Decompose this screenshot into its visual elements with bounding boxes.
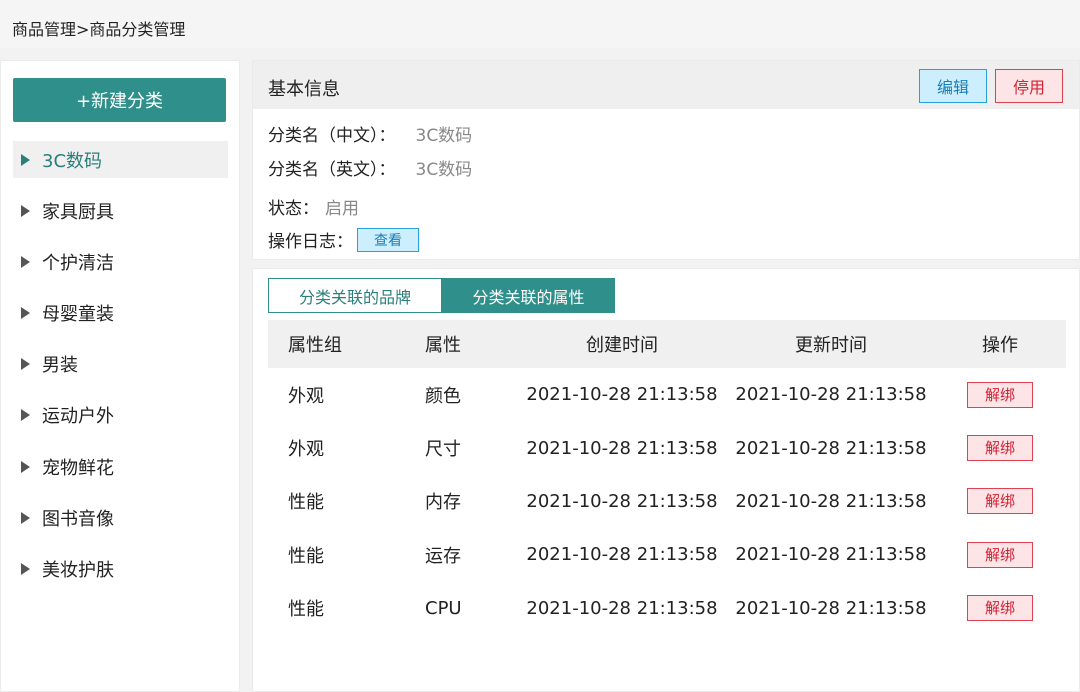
cell-group: 外观 <box>288 439 324 461</box>
table-row: 性能 内存 2021-10-28 21:13:58 2021-10-28 21:… <box>268 475 1066 528</box>
unbind-button[interactable]: 解绑 <box>967 488 1033 515</box>
cell-attr: 运存 <box>425 545 461 567</box>
cell-action: 解绑 <box>934 421 1066 474</box>
cell-updated: 2021-10-28 21:13:58 <box>735 597 927 619</box>
sidebar-item-label: 家具厨具 <box>42 201 114 223</box>
name-en-value: 3C数码 <box>415 160 473 180</box>
name-en-row: 分类名（英文）： 3C数码 <box>268 155 472 180</box>
column-header-created: 创建时间 <box>516 320 728 368</box>
sidebar-item-beauty[interactable]: 美妆护肤 <box>13 551 228 588</box>
expand-triangle-icon <box>21 358 30 371</box>
cell-action: 解绑 <box>934 582 1066 635</box>
cell-action: 解绑 <box>934 368 1066 421</box>
column-header-attr: 属性 <box>406 320 516 368</box>
sidebar-item-menswear[interactable]: 男装 <box>13 346 228 383</box>
sidebar-item-label: 图书音像 <box>42 508 114 530</box>
cell-group: 外观 <box>288 385 324 407</box>
cell-attr: 尺寸 <box>425 439 461 461</box>
sidebar-item-3c[interactable]: 3C数码 <box>13 141 228 178</box>
expand-triangle-icon <box>21 409 30 422</box>
sidebar-item-label: 运动户外 <box>42 406 114 428</box>
log-row: 操作日志： 查看 <box>268 227 419 252</box>
unbind-button[interactable]: 解绑 <box>967 595 1033 622</box>
breadcrumb: 商品管理>商品分类管理 <box>12 20 186 39</box>
name-en-label: 分类名（英文）： <box>268 160 396 180</box>
tab-related-attributes[interactable]: 分类关联的属性 <box>442 278 615 313</box>
cell-action: 解绑 <box>934 475 1066 528</box>
sidebar-item-label: 美妆护肤 <box>42 560 114 581</box>
name-cn-label: 分类名（中文）： <box>268 126 396 146</box>
sidebar-item-label: 男装 <box>42 355 78 377</box>
tab-related-brands[interactable]: 分类关联的品牌 <box>268 278 442 313</box>
cell-created: 2021-10-28 21:13:58 <box>526 437 718 459</box>
column-header-action: 操作 <box>934 320 1066 368</box>
basic-info-panel: 基本信息 编辑 停用 分类名（中文）： 3C数码 分类名（英文）： 3C数码 状… <box>252 60 1080 260</box>
cell-updated: 2021-10-28 21:13:58 <box>735 437 927 459</box>
unbind-button[interactable]: 解绑 <box>967 381 1033 408</box>
relation-panel: 分类关联的品牌 分类关联的属性 属性组 属性 创建时间 更新时间 操作 外观 颜… <box>252 268 1080 692</box>
attribute-table: 属性组 属性 创建时间 更新时间 操作 外观 颜色 2021-10-28 21:… <box>268 320 1066 635</box>
table-row: 性能 运存 2021-10-28 21:13:58 2021-10-28 21:… <box>268 528 1066 581</box>
cell-created: 2021-10-28 21:13:58 <box>526 544 718 566</box>
sidebar-item-label: 宠物鲜花 <box>42 457 114 479</box>
disable-button[interactable]: 停用 <box>995 69 1063 103</box>
expand-triangle-icon <box>21 307 30 320</box>
sidebar-item-sports[interactable]: 运动户外 <box>13 397 228 434</box>
table-header-row: 属性组 属性 创建时间 更新时间 操作 <box>268 320 1066 368</box>
sidebar-item-label: 母婴童装 <box>42 304 114 326</box>
cell-updated: 2021-10-28 21:13:58 <box>735 384 927 406</box>
view-log-button[interactable]: 查看 <box>357 227 419 252</box>
cell-action: 解绑 <box>934 528 1066 581</box>
sidebar-item-books-media[interactable]: 图书音像 <box>13 499 228 536</box>
cell-created: 2021-10-28 21:13:58 <box>526 384 718 406</box>
basic-info-header: 基本信息 编辑 停用 <box>253 61 1079 109</box>
cell-attr: 内存 <box>425 492 461 514</box>
expand-triangle-icon <box>21 153 30 166</box>
status-value: 启用 <box>325 199 359 219</box>
sidebar-item-label: 3C数码 <box>42 150 103 172</box>
expand-triangle-icon <box>21 460 30 473</box>
cell-created: 2021-10-28 21:13:58 <box>526 597 718 619</box>
category-list: 3C数码 家具厨具 个护清洁 母婴童装 男装 运动户外 宠物鲜花 图书音像 美妆… <box>13 141 228 602</box>
expand-triangle-icon <box>21 204 30 217</box>
cell-group: 性能 <box>288 599 324 621</box>
expand-triangle-icon <box>21 511 30 524</box>
cell-attr: 颜色 <box>425 385 461 407</box>
cell-group: 性能 <box>288 492 324 514</box>
unbind-button[interactable]: 解绑 <box>967 541 1033 568</box>
cell-updated: 2021-10-28 21:13:58 <box>735 490 927 512</box>
top-bar: 商品管理>商品分类管理 <box>0 0 1080 48</box>
new-category-button[interactable]: +新建分类 <box>13 78 226 122</box>
table-row: 外观 尺寸 2021-10-28 21:13:58 2021-10-28 21:… <box>268 421 1066 474</box>
status-label: 状态： <box>268 199 319 219</box>
cell-attr: CPU <box>425 597 462 619</box>
sidebar-item-label: 个护清洁 <box>42 252 114 274</box>
name-cn-row: 分类名（中文）： 3C数码 <box>268 121 472 146</box>
cell-updated: 2021-10-28 21:13:58 <box>735 544 927 566</box>
status-row: 状态： 启用 <box>268 194 359 219</box>
category-sidebar: +新建分类 3C数码 家具厨具 个护清洁 母婴童装 男装 运动户外 宠物鲜花 图… <box>0 60 240 692</box>
expand-triangle-icon <box>21 255 30 268</box>
sidebar-item-furniture[interactable]: 家具厨具 <box>13 192 228 229</box>
log-label: 操作日志： <box>268 232 353 252</box>
column-header-updated: 更新时间 <box>728 320 934 368</box>
basic-info-title: 基本信息 <box>268 79 340 100</box>
sidebar-item-pets-flowers[interactable]: 宠物鲜花 <box>13 448 228 485</box>
sidebar-item-baby[interactable]: 母婴童装 <box>13 295 228 332</box>
table-row: 外观 颜色 2021-10-28 21:13:58 2021-10-28 21:… <box>268 368 1066 421</box>
unbind-button[interactable]: 解绑 <box>967 435 1033 462</box>
column-header-group: 属性组 <box>268 320 406 368</box>
edit-button[interactable]: 编辑 <box>919 69 987 103</box>
cell-created: 2021-10-28 21:13:58 <box>526 490 718 512</box>
expand-triangle-icon <box>21 563 30 575</box>
cell-group: 性能 <box>288 545 324 567</box>
table-row: 性能 CPU 2021-10-28 21:13:58 2021-10-28 21… <box>268 582 1066 635</box>
sidebar-item-personal-care[interactable]: 个护清洁 <box>13 243 228 280</box>
name-cn-value: 3C数码 <box>415 126 473 146</box>
